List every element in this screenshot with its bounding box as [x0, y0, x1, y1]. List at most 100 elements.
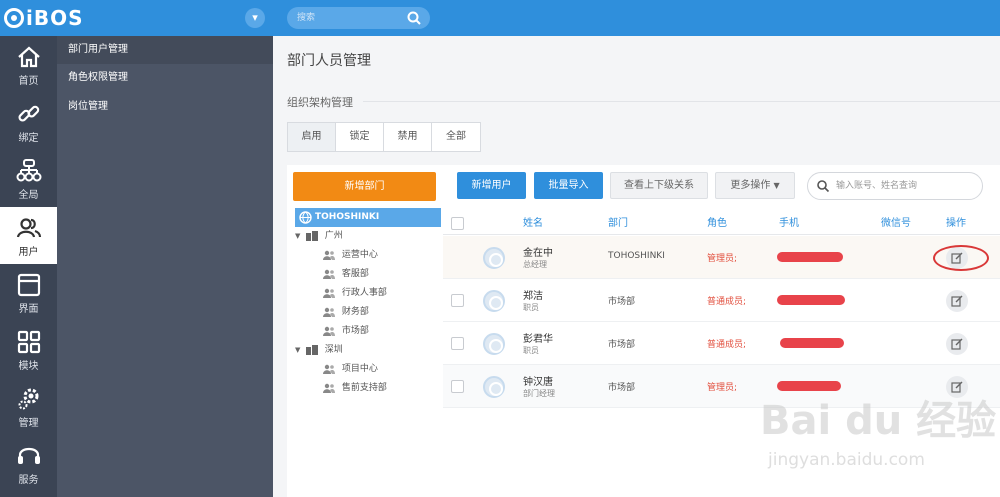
subnav-dept-user[interactable]: 部门用户管理 — [57, 36, 273, 64]
watermark-text: Bai du 经验 — [760, 398, 997, 444]
tree-leaf-label: 运营中心 — [341, 250, 378, 260]
tree-leaf-label: 客服部 — [341, 269, 369, 279]
table-header: 姓名 部门 角色 手机 微信号 操作 — [443, 212, 1000, 235]
watermark-url: jingyan.baidu.com — [768, 450, 925, 470]
highlight-ring — [933, 245, 989, 271]
edit-button[interactable] — [946, 290, 968, 312]
group-icon — [323, 288, 335, 298]
user-role: 普通成员; — [707, 340, 747, 350]
watermark: Bai du 经验 jingyan.baidu.com — [760, 388, 1000, 497]
table-row[interactable]: 郑洁 职员 市场部 普通成员; — [443, 279, 1000, 322]
subnav-position[interactable]: 岗位管理 — [57, 93, 273, 121]
tree-leaf-label: 财务部 — [341, 307, 369, 317]
top-search-input[interactable] — [297, 10, 407, 26]
edit-button[interactable] — [946, 333, 968, 355]
user-role: 管理员; — [707, 254, 738, 264]
user-role: 管理员; — [707, 383, 738, 393]
tab-disabled[interactable]: 禁用 — [384, 123, 432, 151]
tab-locked[interactable]: 锁定 — [336, 123, 384, 151]
tree-leaf[interactable]: 项目中心 — [323, 360, 378, 379]
view-hierarchy-button[interactable]: 查看上下级关系 — [610, 172, 708, 199]
tree-branch-shenzhen[interactable]: ▼ 深圳 — [295, 341, 343, 360]
tree-root[interactable]: TOHOSHINKI — [295, 208, 441, 227]
avatar — [483, 333, 505, 355]
tree-leaf[interactable]: 财务部 — [323, 303, 369, 322]
user-name[interactable]: 郑洁 — [523, 287, 543, 302]
row-checkbox[interactable] — [451, 294, 464, 307]
nav-home[interactable]: 首页 — [0, 36, 57, 93]
chevron-down-icon[interactable]: ▾ — [245, 8, 265, 28]
tree-branch-label: 深圳 — [324, 345, 343, 355]
user-search-input[interactable] — [836, 178, 976, 194]
group-icon — [323, 326, 335, 336]
table-row[interactable]: 彭君华 职员 市场部 普通成员; — [443, 322, 1000, 365]
avatar — [483, 247, 505, 269]
select-all-checkbox[interactable] — [451, 217, 464, 230]
caret-down-icon[interactable]: ▼ — [295, 227, 303, 246]
caret-down-icon: ▼ — [773, 181, 780, 190]
column-name: 姓名 — [523, 218, 543, 229]
org-icon — [16, 159, 42, 182]
nav-manage[interactable]: 管理 — [0, 378, 57, 435]
nav-label: 全局 — [18, 190, 39, 201]
tree-leaf[interactable]: 市场部 — [323, 322, 369, 341]
nav-modules[interactable]: 模块 — [0, 321, 57, 378]
caret-down-icon[interactable]: ▼ — [295, 341, 303, 360]
tree-leaf-label: 项目中心 — [341, 364, 378, 374]
link-icon — [18, 105, 40, 122]
tree-leaf[interactable]: 行政人事部 — [323, 284, 387, 303]
user-dept: 市场部 — [608, 383, 636, 393]
row-checkbox[interactable] — [451, 337, 464, 350]
divider — [363, 101, 1000, 102]
globe-icon — [299, 211, 312, 224]
tree-leaf[interactable]: 运营中心 — [323, 246, 378, 265]
nav-interface[interactable]: 界面 — [0, 264, 57, 321]
redacted-phone — [780, 338, 844, 348]
logo-icon — [4, 8, 24, 28]
tree-leaf[interactable]: 售前支持部 — [323, 379, 387, 398]
search-icon[interactable] — [406, 10, 422, 26]
nav-label: 首页 — [18, 76, 39, 87]
nav-service[interactable]: 服务 — [0, 435, 57, 492]
more-actions-button[interactable]: 更多操作 ▼ — [715, 172, 795, 199]
building-icon — [305, 344, 318, 355]
batch-import-button[interactable]: 批量导入 — [534, 172, 603, 199]
tree-leaf-label: 行政人事部 — [341, 288, 387, 298]
nav-label: 用户 — [18, 247, 39, 258]
table-row[interactable]: 金在中 总经理 TOHOSHINKI 管理员; — [443, 236, 1000, 279]
tree-leaf[interactable]: 客服部 — [323, 265, 369, 284]
add-user-button[interactable]: 新增用户 — [457, 172, 526, 199]
tab-all[interactable]: 全部 — [432, 123, 480, 151]
group-icon — [323, 269, 335, 279]
user-dept: 市场部 — [608, 340, 636, 350]
nav-global[interactable]: 全局 — [0, 150, 57, 207]
tree-branch-guangzhou[interactable]: ▼ 广州 — [295, 227, 343, 246]
section-title: 组织架构管理 — [287, 96, 353, 109]
app-logo[interactable]: iBOS — [4, 6, 84, 30]
avatar — [483, 376, 505, 398]
grid-icon — [17, 330, 41, 354]
group-icon — [323, 364, 335, 374]
search-icon[interactable] — [816, 179, 830, 193]
nav-bind[interactable]: 绑定 — [0, 93, 57, 150]
user-name[interactable]: 金在中 — [523, 244, 553, 259]
building-icon — [305, 230, 318, 241]
nav-label: 管理 — [18, 418, 39, 429]
user-search — [807, 172, 983, 200]
user-name[interactable]: 钟汉唐 — [523, 373, 553, 388]
page-title: 部门人员管理 — [287, 53, 371, 69]
nav-users[interactable]: 用户 — [0, 207, 57, 264]
row-checkbox[interactable] — [451, 380, 464, 393]
subnav-role-permission[interactable]: 角色权限管理 — [57, 64, 273, 92]
more-actions-label: 更多操作 — [730, 180, 771, 191]
group-icon — [323, 383, 335, 393]
user-name[interactable]: 彭君华 — [523, 330, 553, 345]
column-wechat: 微信号 — [881, 218, 911, 229]
user-role: 普通成员; — [707, 297, 747, 307]
column-actions: 操作 — [946, 218, 966, 229]
add-department-button[interactable]: 新增部门 — [293, 172, 436, 201]
column-role: 角色 — [707, 218, 727, 229]
nav-label: 服务 — [18, 475, 39, 486]
tab-enabled[interactable]: 启用 — [288, 123, 336, 151]
logo-text: iBOS — [26, 6, 84, 30]
